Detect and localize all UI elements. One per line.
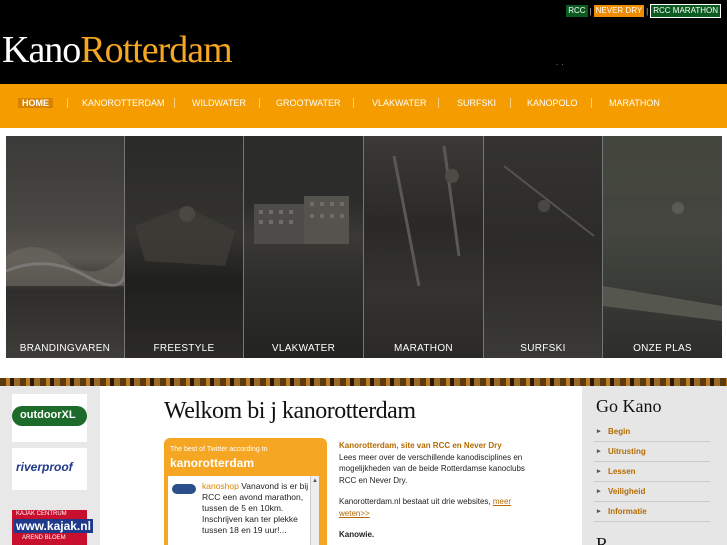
sponsor-column: outdoorXL riverproof KAJAK CENTRUM www.k… (0, 386, 100, 545)
nav-divider (510, 98, 511, 108)
main-nav: HOME KANOROTTERDAM WILDWATER GROOTWATER … (0, 84, 727, 128)
menu-item-veiligheid[interactable]: Veiligheid (594, 482, 710, 502)
sponsor-url: www.kajak.nl (14, 519, 93, 533)
site-header: KanoRotterdam RCC | NEVER DRY | RCC MARA… (0, 0, 727, 84)
nav-grootwater[interactable]: GROOTWATER (276, 98, 341, 108)
panel-surfski[interactable]: SURFSKI (484, 136, 603, 358)
menu-item-begin[interactable]: Begin (594, 422, 710, 442)
sponsor-kajak[interactable]: KAJAK CENTRUM www.kajak.nl AREND BLOEM (12, 510, 93, 545)
separator: | (646, 6, 649, 16)
panel-label: FREESTYLE (153, 343, 215, 354)
marathon-image (392, 145, 461, 287)
never-dry-link[interactable]: NEVER DRY (593, 5, 645, 17)
surfski-image (503, 165, 595, 237)
menu-item-uitrusting[interactable]: Uitrusting (594, 442, 710, 462)
nav-divider (259, 98, 260, 108)
tweet-handle[interactable]: kanoshop (202, 481, 239, 491)
nav-divider (438, 98, 439, 108)
twitter-account[interactable]: kanorotterdam (170, 456, 254, 470)
panel-freestyle[interactable]: FREESTYLE (125, 136, 244, 358)
side-column: Go Kano Begin Uitrusting Lessen Veilighe… (582, 386, 727, 545)
main-column: Welkom bi j kanorotterdam The best of Tw… (100, 386, 582, 545)
tweet-avatar[interactable] (172, 484, 196, 494)
panel-label: BRANDINGVAREN (19, 343, 111, 354)
scroll-up-icon[interactable]: ▲ (312, 478, 318, 484)
intro-paragraph: Kanorotterdam.nl bestaat uit drie websit… (339, 497, 491, 506)
tweet-list: kanoshop Vanavond is er bij RCC een avon… (168, 476, 319, 545)
sponsor-label: AREND BLOEM (22, 535, 66, 541)
nav-divider (591, 98, 592, 108)
sponsor-riverproof[interactable]: riverproof (12, 448, 87, 490)
nav-home[interactable]: HOME (18, 98, 53, 108)
sponsor-label: outdoorXL (20, 409, 76, 421)
logo-suffix: Rotterdam (80, 29, 232, 71)
sponsor-label: KAJAK CENTRUM (16, 511, 67, 517)
intro-paragraph: Lees meer over de verschillende kanodisc… (339, 452, 525, 485)
page: KanoRotterdam RCC | NEVER DRY | RCC MARA… (0, 0, 727, 545)
intro-title: Kanorotterdam, site van RCC en Never Dry (339, 441, 502, 450)
surf-wave-image (6, 247, 124, 287)
club-links: RCC | NEVER DRY | RCC MARATHON (566, 4, 721, 18)
lake-image (603, 136, 722, 321)
site-logo[interactable]: KanoRotterdam (2, 28, 233, 72)
panel-label: ONZE PLAS (633, 343, 692, 354)
decorative-band (0, 378, 727, 386)
nav-wildwater[interactable]: WILDWATER (192, 98, 246, 108)
panel-label: MARATHON (394, 343, 453, 354)
nav-surfski[interactable]: SURFSKI (457, 98, 496, 108)
nav-divider (174, 98, 175, 108)
page-title: Welkom bi j kanorotterdam (164, 398, 416, 424)
separator: | (589, 6, 592, 16)
panel-onze-plas[interactable]: ONZE PLAS (603, 136, 722, 358)
content-area: outdoorXL riverproof KAJAK CENTRUM www.k… (0, 386, 727, 545)
menu-item-informatie[interactable]: Informatie (594, 502, 710, 522)
panel-vlakwater[interactable]: VLAKWATER (244, 136, 364, 358)
panel-label: VLAKWATER (271, 343, 336, 354)
nav-divider (353, 98, 354, 108)
nav-kanorotterdam[interactable]: KANOROTTERDAM (82, 98, 165, 108)
intro-text: Kanorotterdam, site van RCC en Never Dry… (339, 440, 529, 545)
tweet-scrollbar[interactable]: ▲ (310, 476, 319, 545)
nav-kanopolo[interactable]: KANOPOLO (527, 98, 578, 108)
menu-item-lessen[interactable]: Lessen (594, 462, 710, 482)
rcc-link[interactable]: RCC (566, 5, 588, 17)
freestyle-image (135, 206, 235, 266)
nav-marathon[interactable]: MARATHON (609, 98, 660, 108)
panel-label: SURFSKI (520, 343, 566, 354)
logo-prefix: Kano (2, 29, 81, 71)
tweet-item: kanoshop Vanavond is er bij RCC een avon… (202, 481, 310, 536)
decorative-dots: · · (556, 62, 564, 68)
nav-vlakwater[interactable]: VLAKWATER (372, 98, 427, 108)
intro-subheading: Kanowie. (339, 530, 375, 539)
panel-brandingvaren[interactable]: BRANDINGVAREN (6, 136, 125, 358)
twitter-caption: The best of Twitter according to (170, 446, 268, 453)
side-menu: Begin Uitrusting Lessen Veiligheid Infor… (594, 422, 710, 522)
panel-marathon[interactable]: MARATHON (364, 136, 484, 358)
side-title: Go Kano (596, 396, 662, 416)
city-water-image (254, 196, 349, 244)
nav-divider (67, 98, 68, 108)
rcc-marathon-link[interactable]: RCC MARATHON (650, 4, 721, 18)
twitter-widget: The best of Twitter according to kanorot… (164, 438, 327, 545)
sponsor-outdoorxl[interactable]: outdoorXL (12, 394, 87, 442)
side-title-cut: R (596, 534, 609, 545)
sponsor-label: riverproof (16, 460, 73, 474)
discipline-gallery: BRANDINGVAREN FREESTYLE VLAKWATER MARATH… (0, 128, 727, 378)
